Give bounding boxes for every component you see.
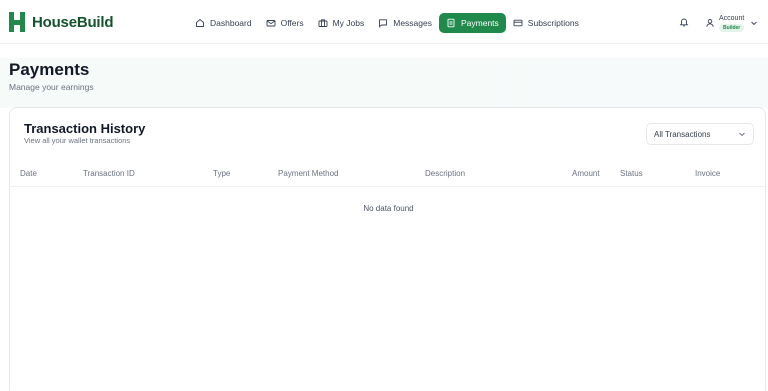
chevron-down-icon bbox=[739, 132, 745, 137]
role-badge: Builder bbox=[719, 23, 745, 32]
column-header-transaction-id: Transaction ID bbox=[83, 169, 135, 178]
filter-value: All Transactions bbox=[654, 129, 711, 139]
account-menu[interactable]: Account Builder bbox=[705, 13, 758, 33]
column-header-status: Status bbox=[620, 169, 643, 178]
column-header-amount: Amount bbox=[572, 169, 600, 178]
chevron-down-icon bbox=[751, 21, 758, 26]
mail-icon bbox=[266, 20, 276, 27]
empty-state-message: No data found bbox=[363, 204, 414, 213]
nav-label-payments: Payments bbox=[461, 18, 499, 28]
card-title: Transaction History bbox=[24, 121, 146, 136]
nav-item-messages[interactable]: Messages bbox=[371, 13, 439, 33]
nav-label-subscriptions: Subscriptions bbox=[527, 18, 579, 28]
card-icon bbox=[513, 19, 523, 27]
notification-bell-icon[interactable] bbox=[679, 17, 689, 27]
account-label: Account bbox=[719, 14, 745, 22]
transaction-history-card: Transaction History View all your wallet… bbox=[9, 107, 766, 391]
page-title: Payments bbox=[9, 60, 90, 79]
logo[interactable]: HouseBuild bbox=[9, 12, 114, 32]
page-subtitle: Manage your earnings bbox=[9, 82, 94, 92]
nav-item-subscriptions[interactable]: Subscriptions bbox=[506, 13, 586, 33]
column-header-type: Type bbox=[213, 169, 231, 178]
nav-item-offers[interactable]: Offers bbox=[259, 13, 311, 33]
nav-item-payments[interactable]: Payments bbox=[439, 13, 506, 33]
column-header-payment-method: Payment Method bbox=[278, 169, 339, 178]
nav-label-messages: Messages bbox=[393, 18, 432, 28]
transaction-filter-select[interactable]: All Transactions bbox=[646, 123, 754, 145]
main-nav: Dashboard Offers My Jobs Messages Paymen… bbox=[188, 13, 586, 33]
nav-item-my-jobs[interactable]: My Jobs bbox=[311, 13, 372, 33]
receipt-icon bbox=[447, 18, 455, 28]
logo-mark-icon bbox=[9, 12, 29, 32]
logo-text: HouseBuild bbox=[32, 13, 114, 31]
column-header-date: Date bbox=[20, 169, 37, 178]
message-icon bbox=[379, 19, 388, 28]
top-navbar: HouseBuild Dashboard Offers My Jobs Mess… bbox=[0, 0, 768, 44]
column-header-invoice: Invoice bbox=[695, 169, 721, 178]
user-icon bbox=[706, 19, 714, 27]
table-header: Date Transaction ID Type Payment Method … bbox=[10, 160, 765, 187]
card-subtitle: View all your wallet transactions bbox=[24, 136, 131, 145]
nav-label-my-jobs: My Jobs bbox=[332, 18, 365, 28]
nav-label-offers: Offers bbox=[280, 18, 304, 28]
nav-label-dashboard: Dashboard bbox=[210, 18, 252, 28]
account-text: Account Builder bbox=[719, 15, 744, 32]
home-icon bbox=[196, 18, 204, 27]
page-header-band bbox=[0, 58, 768, 108]
column-header-description: Description bbox=[425, 169, 466, 178]
briefcase-icon bbox=[318, 19, 328, 27]
nav-item-dashboard[interactable]: Dashboard bbox=[188, 13, 259, 33]
